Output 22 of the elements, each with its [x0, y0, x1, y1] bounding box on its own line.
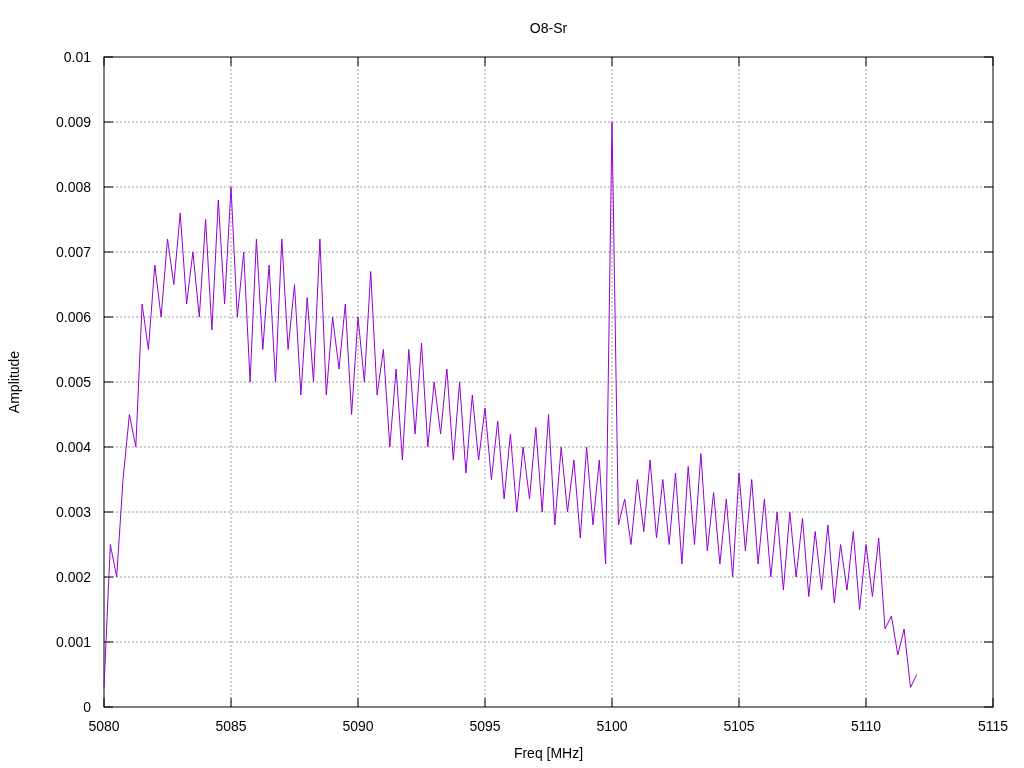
y-tick-label: 0.01: [63, 49, 91, 65]
y-tick-label: 0.002: [55, 569, 91, 585]
y-tick-label: 0.001: [55, 634, 91, 650]
x-tick-label: 5100: [596, 718, 628, 734]
x-tick-label: 5080: [88, 718, 120, 734]
x-axis-label: Freq [MHz]: [513, 745, 584, 761]
x-tick-label: 5105: [723, 718, 755, 734]
y-tick-label: 0.003: [55, 504, 91, 520]
x-tick-label: 5095: [469, 718, 501, 734]
y-tick-label: 0.005: [55, 374, 91, 390]
y-tick-label: 0.009: [55, 114, 91, 130]
y-axis-label: Amplitude: [6, 350, 22, 414]
chart-title: O8-Sr: [529, 20, 568, 36]
y-tick-label: 0: [83, 699, 91, 715]
x-tick-label: 5115: [977, 718, 1009, 734]
y-tick-label: 0.008: [55, 179, 91, 195]
y-tick-label: 0.007: [55, 244, 91, 260]
x-tick-label: 5090: [342, 718, 374, 734]
y-tick-label: 0.004: [55, 439, 91, 455]
y-tick-label: 0.006: [55, 309, 91, 325]
x-tick-label: 5085: [215, 718, 247, 734]
x-tick-label: 5110: [850, 718, 882, 734]
